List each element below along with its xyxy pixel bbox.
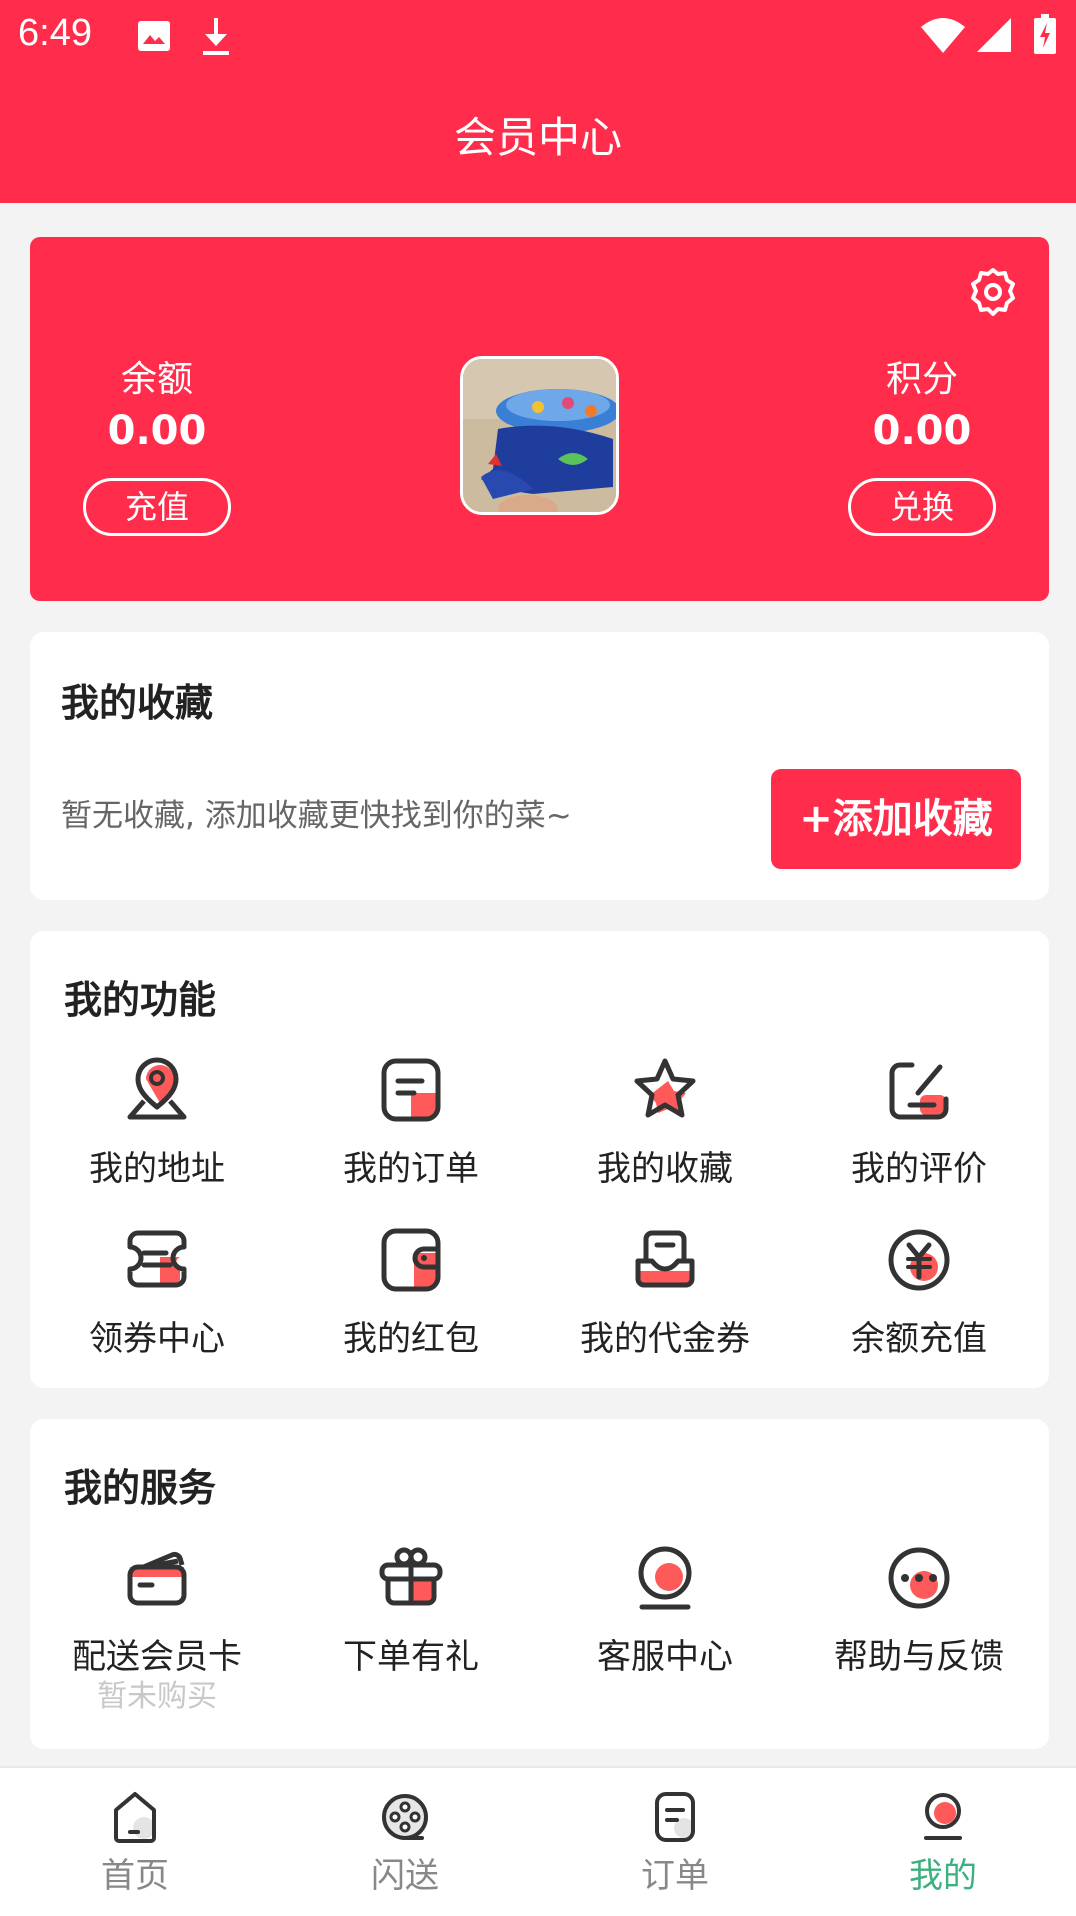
profile-icon [924, 1793, 962, 1840]
wifi-icon [921, 18, 965, 53]
service-item-help-feedback[interactable]: 帮助与反馈 [792, 1541, 1046, 1679]
function-item-recharge[interactable]: 余额充值 [792, 1223, 1046, 1361]
status-bar: 6:49 [0, 0, 1076, 72]
functions-card: 我的功能 我的地址 我的订单 我的收藏 我的评价 领券中心 我的红包 我的代金券… [30, 931, 1049, 1388]
services-card: 我的服务 配送会员卡 暂未购买 下单有礼 客服中心 帮助与反馈 [30, 1419, 1049, 1749]
home-icon [114, 1792, 156, 1843]
orders-icon [655, 1792, 695, 1842]
function-item-orders[interactable]: 我的订单 [284, 1053, 538, 1191]
balance-value: 0.00 [107, 408, 207, 454]
function-label: 我的评价 [851, 1149, 987, 1189]
favorites-card: 我的收藏 暂无收藏, 添加收藏更快找到你的菜~ +添加收藏 [30, 632, 1049, 900]
service-label: 帮助与反馈 [834, 1637, 1004, 1677]
function-item-address[interactable]: 我的地址 [30, 1053, 284, 1191]
service-item-order-gift[interactable]: 下单有礼 [284, 1541, 538, 1679]
service-label: 下单有礼 [343, 1637, 479, 1677]
functions-title: 我的功能 [64, 978, 217, 1022]
balance-label: 余额 [120, 359, 193, 400]
location-pin-icon [127, 1057, 187, 1120]
coupon-ticket-icon [127, 1230, 187, 1288]
tab-home[interactable]: 首页 [35, 1790, 235, 1898]
order-list-icon [381, 1058, 441, 1122]
exchange-button[interactable]: 兑换 [848, 478, 996, 536]
page-title: 会员中心 [453, 113, 622, 162]
points-stat: 积分 0.00 [822, 358, 1022, 456]
recharge-button[interactable]: 充值 [83, 478, 231, 536]
function-label: 我的收藏 [597, 1149, 733, 1189]
balance-stat: 余额 0.00 [57, 358, 257, 456]
points-value: 0.00 [872, 408, 972, 454]
function-item-coupon-center[interactable]: 领券中心 [30, 1223, 284, 1361]
signal-icon [977, 18, 1011, 52]
app-header: 6:49 会员中心 [0, 0, 1076, 203]
edit-review-icon [889, 1062, 949, 1120]
function-label: 我的代金券 [580, 1319, 750, 1359]
function-label: 我的地址 [89, 1149, 225, 1189]
function-label: 我的订单 [343, 1149, 479, 1189]
member-card-status: 暂未购买 [97, 1679, 217, 1714]
tab-label: 我的 [909, 1856, 977, 1896]
favorites-title: 我的收藏 [61, 681, 214, 725]
tab-orders[interactable]: 订单 [575, 1790, 775, 1898]
wallet-icon [381, 1228, 441, 1292]
service-label: 配送会员卡 [72, 1637, 242, 1677]
function-item-red-packet[interactable]: 我的红包 [284, 1223, 538, 1361]
avatar-image [463, 359, 616, 512]
battery-charging-icon [1034, 14, 1056, 54]
yuan-coin-icon [888, 1229, 950, 1291]
customer-service-icon [638, 1546, 692, 1610]
function-item-reviews[interactable]: 我的评价 [792, 1053, 1046, 1191]
points-label: 积分 [885, 359, 958, 400]
status-time: 6:49 [18, 12, 92, 54]
flash-delivery-icon [382, 1794, 428, 1840]
function-label: 领券中心 [89, 1319, 225, 1359]
add-favorite-button[interactable]: +添加收藏 [771, 769, 1021, 869]
download-icon [203, 18, 229, 55]
star-icon [634, 1058, 696, 1118]
tab-profile[interactable]: 我的 [843, 1790, 1043, 1898]
bottom-tab-bar: 首页 闪送 订单 我的 [0, 1766, 1076, 1916]
voucher-tray-icon [635, 1230, 695, 1288]
function-item-favorites[interactable]: 我的收藏 [538, 1053, 792, 1191]
service-item-customer-service[interactable]: 客服中心 [538, 1541, 792, 1679]
avatar[interactable] [460, 356, 619, 515]
image-icon [138, 21, 170, 51]
gear-icon[interactable] [968, 266, 1018, 318]
tab-label: 闪送 [371, 1856, 439, 1896]
chat-bubble-icon [888, 1547, 950, 1609]
gift-icon [379, 1547, 443, 1606]
tab-label: 首页 [101, 1856, 169, 1896]
tab-flash-delivery[interactable]: 闪送 [305, 1790, 505, 1898]
services-title: 我的服务 [64, 1466, 217, 1510]
tab-label: 订单 [641, 1856, 709, 1896]
function-item-voucher[interactable]: 我的代金券 [538, 1223, 792, 1361]
service-label: 客服中心 [597, 1637, 733, 1677]
service-item-member-card[interactable]: 配送会员卡 暂未购买 [30, 1541, 284, 1715]
member-card-icon [127, 1551, 187, 1606]
function-label: 余额充值 [851, 1319, 987, 1359]
function-label: 我的红包 [343, 1319, 479, 1359]
favorites-empty-text: 暂无收藏, 添加收藏更快找到你的菜~ [61, 798, 572, 834]
